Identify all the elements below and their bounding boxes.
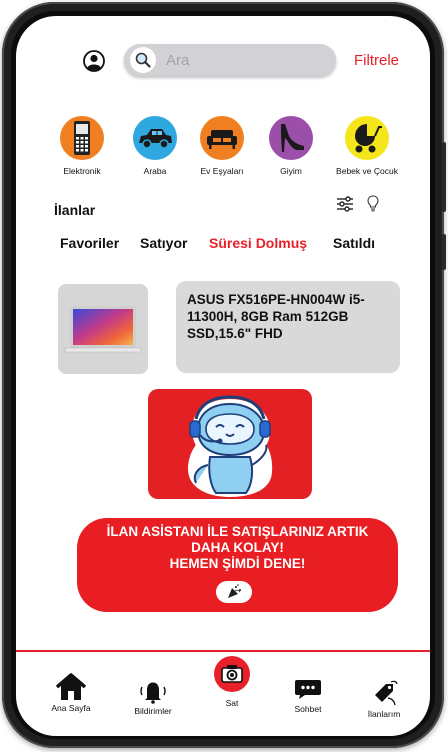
category-label: Giyim [280,166,302,176]
promo-banner[interactable]: İLAN ASİSTANI İLE SATIŞLARINIZ ARTIK DAH… [77,518,398,612]
category-baby-kids[interactable]: Bebek ve Çocuk [332,116,402,176]
listings-title: İlanlar [54,202,96,218]
bulb-icon[interactable] [366,194,380,212]
promo-banner-text: İLAN ASİSTANI İLE SATIŞLARINIZ ARTIK DAH… [77,524,398,572]
sell-button[interactable] [214,656,250,692]
search-input[interactable] [166,50,326,70]
car-icon [133,116,177,160]
product-image[interactable] [58,284,148,374]
filter-link[interactable]: Filtrele [354,52,399,69]
nav-sell[interactable]: Sat [206,698,258,708]
product-card[interactable]: ASUS FX516PE-HN004W i5-11300H, 8GB Ram 5… [176,281,400,373]
chat-icon [295,680,321,699]
nav-label: Bildirimler [134,706,172,716]
banner-line: İLAN ASİSTANI İLE SATIŞLARINIZ ARTIK [106,524,369,539]
try-now-button[interactable] [216,581,252,603]
bottom-nav-divider [16,650,430,652]
category-clothing[interactable]: Giyim [256,116,326,176]
nav-notifications[interactable]: Bildirimler [126,678,180,716]
high-heel-icon [269,116,313,160]
nav-label: İlanlarım [367,709,401,719]
laptop-icon [63,306,143,353]
home-icon [55,673,87,700]
category-label: Ev Eşyaları [200,166,244,176]
tab-expired[interactable]: Süresi Dolmuş [209,235,307,251]
nav-label: Ana Sayfa [51,703,91,713]
category-label: Araba [143,166,167,176]
side-button [442,142,446,212]
category-label: Bebek ve Çocuk [336,166,398,176]
sofa-icon [200,116,244,160]
tab-favorites[interactable]: Favoriler [60,235,119,251]
camera-icon [221,665,243,683]
nav-my-listings[interactable]: İlanlarım [358,679,410,719]
stroller-icon [345,116,389,160]
category-car[interactable]: Araba [120,116,190,176]
nav-chat[interactable]: Sohbet [282,676,334,714]
nav-label: Sat [225,698,239,708]
app-screen: Filtrele Elektronik [16,16,430,736]
nav-home[interactable]: Ana Sayfa [44,673,98,713]
product-title: ASUS FX516PE-HN004W i5-11300H, 8GB Ram 5… [187,292,365,341]
category-electronics[interactable]: Elektronik [47,116,117,176]
banner-line: HEMEN ŞİMDİ DENE! [169,556,306,571]
search-bar[interactable] [124,44,336,76]
banner-line: DAHA KOLAY! [191,540,284,555]
assistant-mascot-image[interactable] [148,389,312,499]
volume-button [442,234,446,270]
robot-mascot-icon [188,395,273,497]
nav-label: Sohbet [294,704,322,714]
smartphone-icon [60,116,104,160]
party-popper-icon [228,584,241,598]
tab-sold[interactable]: Satıldı [333,235,375,251]
sliders-icon[interactable] [336,196,354,212]
phone-frame: Filtrele Elektronik [2,2,446,748]
bell-icon [140,682,166,704]
top-bar: Filtrele [16,16,430,106]
profile-icon[interactable] [83,50,105,72]
category-home-goods[interactable]: Ev Eşyaları [187,116,257,176]
category-label: Elektronik [63,166,101,176]
search-icon [130,47,156,73]
tag-icon [375,680,398,706]
tab-selling[interactable]: Satıyor [140,235,187,251]
